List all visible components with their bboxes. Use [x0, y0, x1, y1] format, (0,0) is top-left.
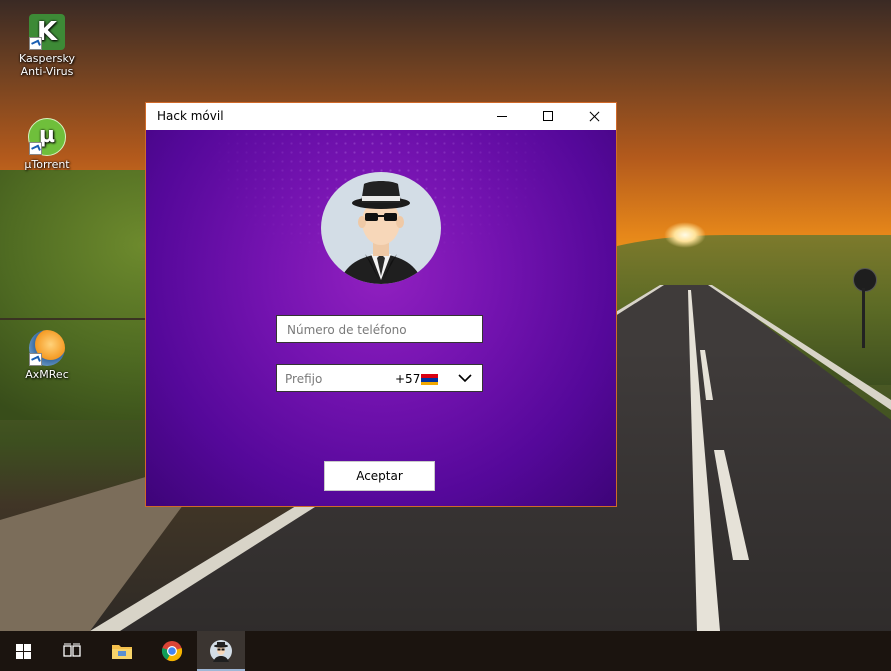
prefix-value: +57 [395, 372, 421, 386]
taskbar [0, 631, 891, 671]
accept-button[interactable]: Aceptar [324, 461, 435, 491]
start-button[interactable] [0, 631, 48, 671]
wallpaper-sun [664, 222, 706, 248]
chrome-button[interactable] [148, 631, 196, 671]
window-titlebar[interactable]: Hack móvil [146, 103, 616, 130]
axmrec-icon [29, 330, 65, 366]
window-title: Hack móvil [157, 109, 224, 123]
maximize-button[interactable] [525, 103, 571, 130]
desktop-icon-label: µTorrent [24, 158, 70, 171]
prefix-label: Prefijo [285, 372, 323, 386]
phone-number-input[interactable] [285, 317, 479, 343]
shortcut-arrow-icon [29, 353, 42, 366]
phone-number-field[interactable] [276, 315, 483, 343]
desktop-icon-axmrec[interactable]: AxMRec [12, 330, 82, 381]
shortcut-arrow-icon [29, 142, 42, 155]
file-explorer-icon [112, 645, 132, 659]
flag-icon [421, 374, 438, 385]
desktop-icon-utorrent[interactable]: µ µTorrent [12, 118, 82, 171]
desktop-icon-label: AxMRec [25, 368, 69, 381]
chrome-icon [161, 641, 183, 662]
chevron-down-icon [458, 374, 472, 383]
close-button[interactable] [571, 103, 617, 130]
hack-movil-taskbar-button[interactable] [197, 631, 245, 671]
shortcut-arrow-icon [29, 37, 42, 50]
window-content: Prefijo +57 Aceptar [146, 130, 616, 506]
kaspersky-icon: K [29, 14, 65, 50]
file-explorer-button[interactable] [98, 631, 146, 671]
minimize-button[interactable] [479, 103, 525, 130]
spy-avatar-icon [321, 172, 441, 284]
task-view-button[interactable] [48, 631, 96, 671]
start-windows-icon [16, 644, 32, 659]
wallpaper-sign-post [862, 288, 865, 348]
desktop-icon-kaspersky[interactable]: K Kaspersky Anti-Virus [12, 14, 82, 78]
task-view-icon [63, 643, 81, 657]
wallpaper-road-sign [853, 268, 877, 292]
prefix-dropdown[interactable]: Prefijo +57 [276, 364, 483, 392]
utorrent-icon: µ [28, 118, 66, 156]
hack-movil-app-icon [210, 640, 232, 662]
app-window: Hack móvil Número de teléfono Prefijo +5… [145, 102, 617, 507]
desktop-icon-label: Kaspersky Anti-Virus [19, 52, 75, 78]
